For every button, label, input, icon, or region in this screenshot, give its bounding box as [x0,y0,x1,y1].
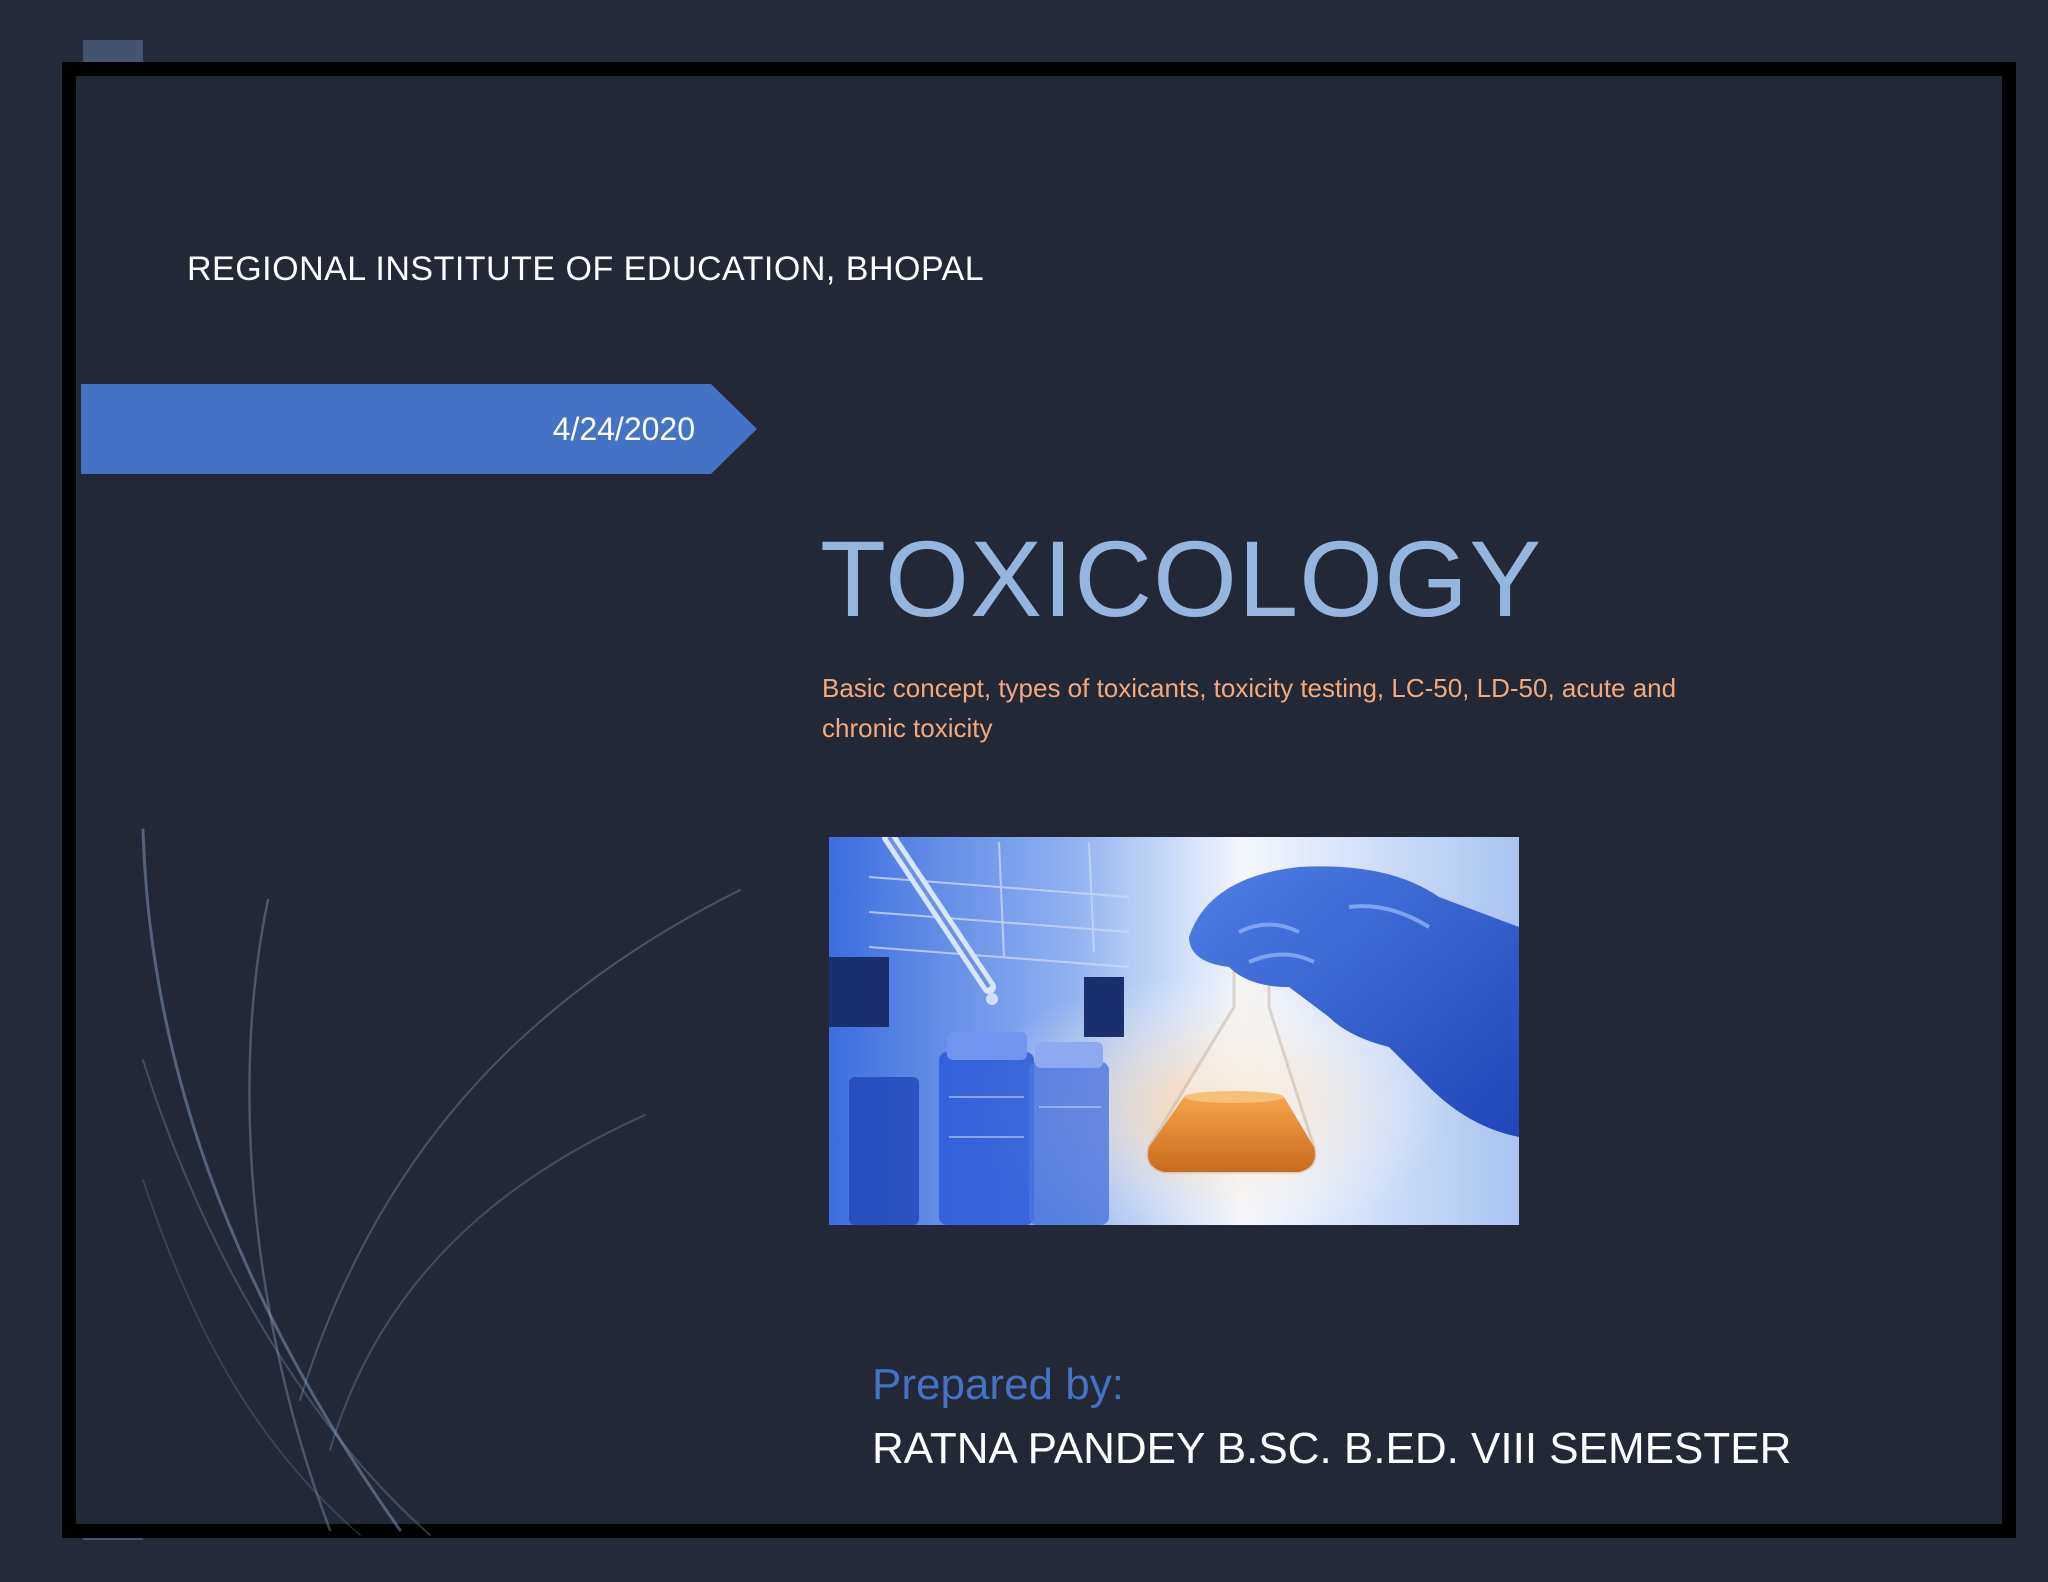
laboratory-image [829,837,1519,1225]
prepared-by-label: Prepared by: [872,1360,1124,1409]
institute-name: REGIONAL INSTITUTE OF EDUCATION, BHOPAL [187,250,985,288]
slide-subtitle: Basic concept, types of toxicants, toxic… [822,673,1677,743]
lab-flask-illustration [829,837,1519,1225]
slide-date: 4/24/2020 [552,411,695,447]
decorative-swooshes [141,828,741,1536]
slide: REGIONAL INSTITUTE OF EDUCATION, BHOPAL … [0,0,2048,1582]
date-ribbon: 4/24/2020 [81,384,757,474]
author-name: RATNA PANDEY B.SC. B.ED. VIII SEMESTER [872,1424,1792,1473]
slide-title: TOXICOLOGY [820,518,1543,639]
